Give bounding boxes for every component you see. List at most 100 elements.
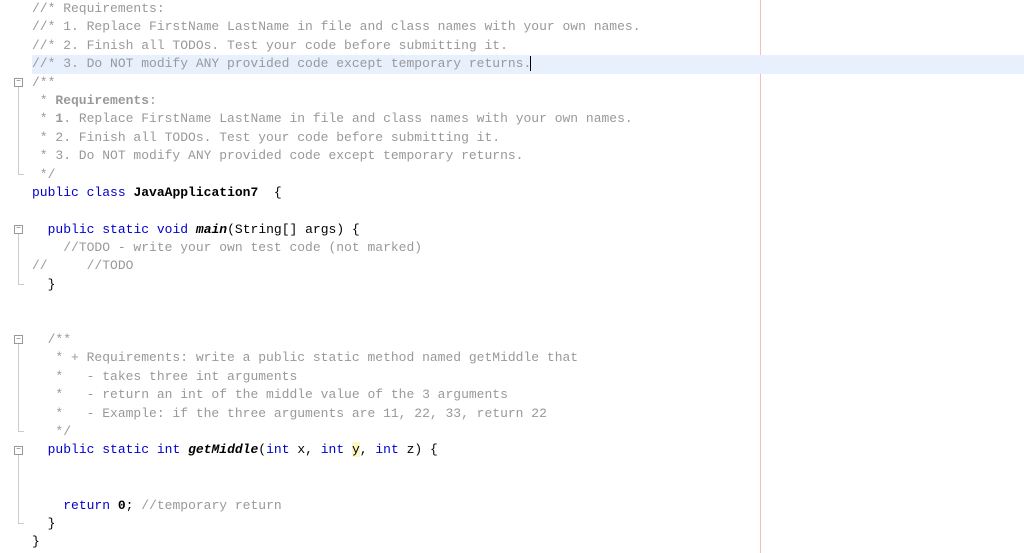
code-token: z) {: [399, 442, 438, 457]
fold-end-tick: [18, 523, 24, 524]
code-line[interactable]: // //TODO: [32, 257, 1024, 275]
code-token: static: [102, 222, 149, 237]
fold-toggle-icon[interactable]: −: [14, 225, 23, 234]
fold-end-tick: [18, 431, 24, 432]
code-token: public: [48, 222, 95, 237]
fold-end-tick: [18, 174, 24, 175]
code-line[interactable]: [32, 313, 1024, 331]
code-line[interactable]: //TODO - write your own test code (not m…: [32, 239, 1024, 257]
text-cursor: [530, 56, 531, 71]
code-line[interactable]: /**: [32, 331, 1024, 349]
code-token: public: [48, 442, 95, 457]
code-token: int: [321, 442, 344, 457]
code-line[interactable]: * - return an int of the middle value of…: [32, 386, 1024, 404]
code-line[interactable]: * - takes three int arguments: [32, 368, 1024, 386]
code-token: int: [266, 442, 289, 457]
code-token: //TODO - write your own test code (not m…: [63, 240, 422, 255]
code-token: */: [48, 424, 71, 439]
code-token: void: [157, 222, 188, 237]
code-token: ,: [360, 442, 376, 457]
code-line[interactable]: [32, 460, 1024, 478]
code-token: * 2. Finish all TODOs. Test your code be…: [32, 130, 500, 145]
code-token: [79, 185, 87, 200]
code-token: [188, 222, 196, 237]
code-line[interactable]: return 0; //temporary return: [32, 497, 1024, 515]
code-line[interactable]: }: [32, 515, 1024, 533]
code-token: y: [352, 442, 360, 457]
code-line[interactable]: }: [32, 533, 1024, 551]
fold-end-tick: [18, 284, 24, 285]
code-token: [344, 442, 352, 457]
code-token: getMiddle: [188, 442, 258, 457]
code-token: Requirements: [55, 93, 149, 108]
code-line[interactable]: * - Example: if the three arguments are …: [32, 405, 1024, 423]
code-token: /**: [48, 332, 71, 347]
editor-gutter: − − − −: [0, 0, 28, 553]
code-line[interactable]: //* 1. Replace FirstName LastName in fil…: [32, 18, 1024, 36]
fold-toggle-icon[interactable]: −: [14, 335, 23, 344]
code-line[interactable]: //* 2. Finish all TODOs. Test your code …: [32, 37, 1024, 55]
code-token: public: [32, 185, 79, 200]
code-token: //* 2. Finish all TODOs. Test your code …: [32, 38, 508, 53]
code-token: ;: [126, 498, 142, 513]
code-token: int: [375, 442, 398, 457]
fold-toggle-icon[interactable]: −: [14, 446, 23, 455]
code-line[interactable]: * + Requirements: write a public static …: [32, 349, 1024, 367]
code-editor[interactable]: − − − − //* Requirements://* 1. Replace Fir…: [0, 0, 1024, 553]
code-token: //* 1. Replace FirstName LastName in fil…: [32, 19, 641, 34]
code-token: [180, 442, 188, 457]
code-token: *: [32, 93, 55, 108]
code-line[interactable]: [32, 478, 1024, 496]
code-token: {: [258, 185, 281, 200]
code-token: }: [48, 277, 56, 292]
code-token: * + Requirements: write a public static …: [48, 350, 579, 365]
code-token: * 3. Do NOT modify ANY provided code exc…: [32, 148, 523, 163]
code-token: [149, 442, 157, 457]
code-line[interactable]: * 2. Finish all TODOs. Test your code be…: [32, 129, 1024, 147]
code-token: // //TODO: [32, 258, 133, 273]
code-token: }: [48, 516, 56, 531]
code-line[interactable]: //* 3. Do NOT modify ANY provided code e…: [32, 55, 1024, 73]
code-token: /**: [32, 75, 55, 90]
code-token: x,: [290, 442, 321, 457]
code-line[interactable]: */: [32, 166, 1024, 184]
code-line[interactable]: * 3. Do NOT modify ANY provided code exc…: [32, 147, 1024, 165]
code-line[interactable]: */: [32, 423, 1024, 441]
code-token: main: [196, 222, 227, 237]
code-token: (String[] args) {: [227, 222, 360, 237]
fold-guide-line: [18, 87, 19, 174]
code-token: //temporary return: [141, 498, 281, 513]
code-line[interactable]: [32, 294, 1024, 312]
code-line[interactable]: * 1. Replace FirstName LastName in file …: [32, 110, 1024, 128]
code-token: . Replace FirstName LastName in file and…: [63, 111, 633, 126]
code-token: * - return an int of the middle value of…: [48, 387, 508, 402]
code-token: int: [157, 442, 180, 457]
code-token: */: [32, 167, 55, 182]
fold-guide-line: [18, 455, 19, 524]
code-token: [110, 498, 118, 513]
fold-toggle-icon[interactable]: −: [14, 78, 23, 87]
code-line[interactable]: [32, 202, 1024, 220]
code-token: * - Example: if the three arguments are …: [48, 406, 547, 421]
code-token: *: [32, 111, 55, 126]
code-token: JavaApplication7: [133, 185, 258, 200]
code-line[interactable]: /**: [32, 74, 1024, 92]
code-line[interactable]: public class JavaApplication7 {: [32, 184, 1024, 202]
code-token: //* 3. Do NOT modify ANY provided code e…: [32, 56, 531, 71]
code-token: [149, 222, 157, 237]
code-token: 0: [118, 498, 126, 513]
code-area[interactable]: //* Requirements://* 1. Replace FirstNam…: [28, 0, 1024, 553]
code-line[interactable]: public static void main(String[] args) {: [32, 221, 1024, 239]
code-token: return: [63, 498, 110, 513]
code-token: * - takes three int arguments: [48, 369, 298, 384]
code-token: (: [258, 442, 266, 457]
code-line[interactable]: }: [32, 276, 1024, 294]
code-token: :: [149, 93, 157, 108]
code-token: static: [102, 442, 149, 457]
code-line[interactable]: * Requirements:: [32, 92, 1024, 110]
code-line[interactable]: public static int getMiddle(int x, int y…: [32, 441, 1024, 459]
code-line[interactable]: //* Requirements:: [32, 0, 1024, 18]
code-token: class: [87, 185, 126, 200]
code-token: }: [32, 534, 40, 549]
fold-guide-line: [18, 344, 19, 431]
